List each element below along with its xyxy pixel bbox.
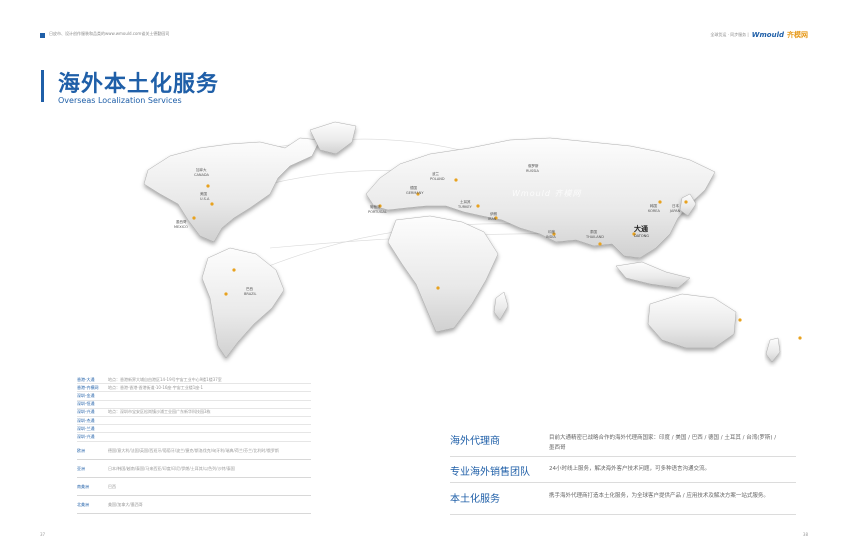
page-number-left: 37: [40, 532, 46, 537]
table-row: 深圳-兰通: [77, 425, 311, 434]
header-tagline: 日皮市、设计创作服装和品类的www.wmould.com省关土德勤园司: [49, 31, 170, 36]
service-name: 海外代理商: [450, 436, 500, 447]
map-label-portugal-en: PORTUGAL: [368, 210, 387, 214]
region-name: 欧洲: [77, 447, 85, 453]
address-city: 深圳-恒通: [77, 401, 95, 407]
address-city: 深圳-兴通: [77, 409, 95, 415]
south-america: [201, 247, 285, 359]
brand-mark-icon: [40, 33, 45, 38]
page-title: 海外本土化服务: [58, 72, 220, 97]
table-row: 北美洲 美国/加拿大/墨西哥: [77, 496, 311, 514]
region-countries: 日本/韩国/越南/泰国/马来西亚/印度/印尼/伊朗/土耳其/以色列/沙特/泰国: [108, 465, 235, 471]
region-countries: 德国/意大利/法国/英国/西班牙/葡萄牙/波兰/捷克/斯洛伐克/匈牙利/瑞典/荷…: [108, 447, 279, 453]
sea-islands: [615, 261, 691, 289]
service-desc: 目前大通精密已战略合作的海外代理商国家：印度 / 美国 / 巴西 / 德国 / …: [549, 435, 777, 451]
pin-icon: [224, 292, 228, 296]
table-row: 深圳-恒通: [77, 401, 311, 409]
page-subtitle: Overseas Localization Services: [58, 96, 182, 105]
address-table: 香港-大通 地点：香港新界大埔自由港区14-19号宇宙工业中心9楼1楼37室 香港…: [77, 376, 311, 442]
pin-icon: [476, 204, 480, 208]
brand-logo-cn: 齐模网: [787, 31, 808, 39]
address-city: 深圳-兴通: [77, 433, 95, 439]
address-city: 香港-大通: [77, 376, 95, 382]
map-label-iran-en: IRAN: [488, 217, 497, 221]
map-label-poland-en: POLAND: [430, 177, 445, 181]
world-map: [143, 121, 802, 363]
map-label-datong-en: DATONG: [634, 234, 649, 238]
greenland: [309, 121, 357, 155]
address-city: 深圳-金通: [77, 392, 95, 398]
table-row: 欧洲 德国/意大利/法国/英国/西班牙/葡萄牙/波兰/捷克/斯洛伐克/匈牙利/瑞典…: [77, 442, 311, 460]
brand-logo: Wmould: [751, 31, 784, 39]
map-label-korea-en: KOREA: [648, 209, 660, 213]
divider: [450, 514, 796, 515]
table-row: 深圳-金通: [77, 392, 311, 401]
region-countries: 美国/加拿大/墨西哥: [108, 501, 143, 507]
pin-icon: [210, 202, 214, 206]
map-watermark: Wmould 齐模网: [512, 189, 582, 198]
map-label-thailand-en: THAILAND: [586, 235, 604, 239]
service-name: 专业海外销售团队: [450, 467, 530, 478]
pin-icon: [192, 216, 196, 220]
map-label-datong: 大通: [634, 225, 648, 233]
map-label-japan-en: JAPAN: [670, 209, 681, 213]
map-label-germany-en: GERMANY: [406, 191, 424, 195]
title-accent-bar: [41, 70, 44, 102]
address-city: 深圳-兰通: [77, 425, 95, 431]
divider: [450, 456, 796, 457]
north-america: [143, 137, 321, 243]
pin-icon: [798, 336, 802, 340]
address-city: 香港-齐模网: [77, 384, 99, 390]
page-number-right: 38: [802, 532, 808, 537]
address-text: 地点：香港·香港·香港街道·10-16座·宇宙工业楼1座·1: [108, 384, 204, 390]
top-bar: 日皮市、设计创作服装和品类的www.wmould.com省关土德勤园司 全球货运…: [0, 30, 848, 44]
pin-icon: [232, 268, 236, 272]
region-name: 南美洲: [77, 483, 89, 489]
region-countries: 巴西: [108, 483, 116, 489]
region-name: 北美洲: [77, 501, 89, 507]
africa: [387, 215, 499, 333]
map-label-mexico-en: MEXICO: [174, 225, 188, 229]
pin-icon: [658, 200, 662, 204]
service-name: 本土化服务: [450, 494, 500, 505]
header-slogan: 全球货运 · 同步服务 |: [710, 32, 749, 37]
map-label-canada-en: CANADA: [194, 173, 209, 177]
pin-icon: [206, 184, 210, 188]
address-text: 地点：深圳市宝安区松岗镇沙浦工业园广东新华科技园3栋: [108, 409, 211, 415]
map-label-turkey-en: TURKEY: [458, 205, 472, 209]
region-name: 亚洲: [77, 465, 85, 471]
pin-icon: [436, 286, 440, 290]
table-row: 香港-大通 地点：香港新界大埔自由港区14-19号宇宙工业中心9楼1楼37室: [77, 376, 311, 385]
table-row: 深圳-兴通: [77, 433, 311, 442]
brand-block: 全球货运 · 同步服务 | Wmould 齐模网: [710, 30, 808, 40]
map-label-usa-en: U.S.A: [200, 197, 210, 201]
new-zealand: [765, 337, 781, 363]
pin-icon: [454, 178, 458, 182]
divider: [450, 482, 796, 483]
table-row: 香港-齐模网 地点：香港·香港·香港街道·10-16座·宇宙工业楼1座·1: [77, 384, 311, 393]
pin-icon: [684, 200, 688, 204]
map-label-russia-en: RUSSIA: [526, 169, 539, 173]
table-row: 深圳-杰通: [77, 417, 311, 426]
australia: [647, 293, 737, 349]
table-row: 南美洲 巴西: [77, 478, 311, 496]
pin-icon: [598, 242, 602, 246]
madagascar: [493, 291, 509, 321]
map-label-india-en: INDIA: [546, 235, 556, 239]
table-row: 亚洲 日本/韩国/越南/泰国/马来西亚/印度/印尼/伊朗/土耳其/以色列/沙特/泰…: [77, 460, 311, 478]
region-table: 欧洲 德国/意大利/法国/英国/西班牙/葡萄牙/波兰/捷克/斯洛伐克/匈牙利/瑞典…: [77, 442, 311, 514]
address-city: 深圳-杰通: [77, 417, 95, 423]
address-text: 地点：香港新界大埔自由港区14-19号宇宙工业中心9楼1楼37室: [108, 376, 222, 382]
service-desc: 24小时线上服务，解决海外客户技术问题，可多种语言沟通交流。: [549, 466, 711, 472]
map-label-brazil-en: BRAZIL: [244, 292, 257, 296]
service-desc: 携手海外代理商打造本土化服务，为全球客户提供产品 / 应用技术及解决方案一站式服…: [549, 493, 769, 499]
table-row: 深圳-兴通 地点：深圳市宝安区松岗镇沙浦工业园广东新华科技园3栋: [77, 409, 311, 417]
pin-icon: [738, 318, 742, 322]
